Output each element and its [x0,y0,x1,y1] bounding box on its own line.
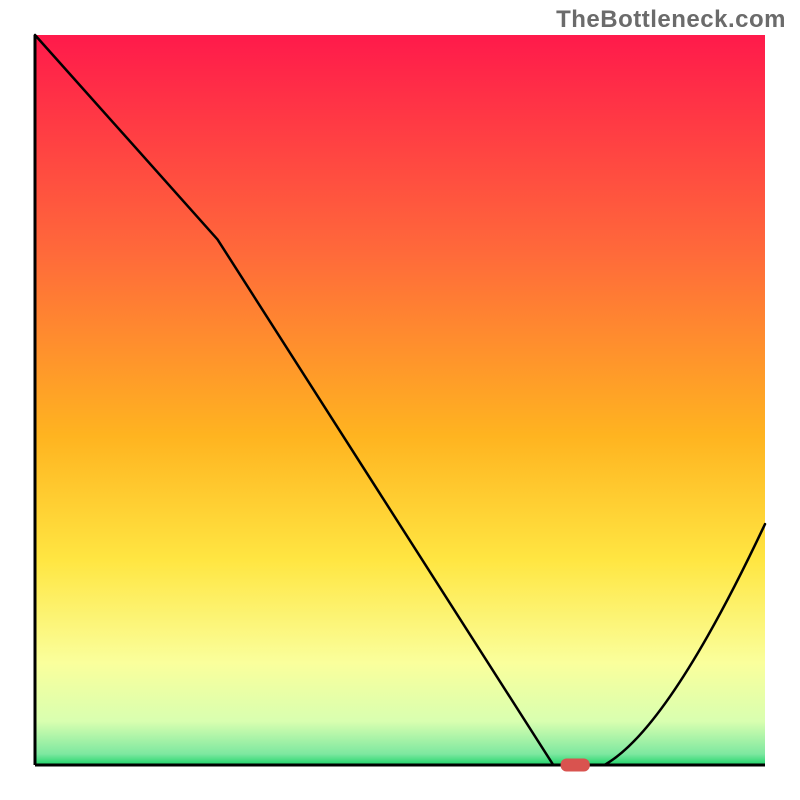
watermark-text: TheBottleneck.com [556,6,786,34]
optimal-marker [561,759,590,772]
bottleneck-chart: TheBottleneck.com [0,0,800,800]
gradient-background [35,35,765,765]
chart-svg [0,0,800,800]
